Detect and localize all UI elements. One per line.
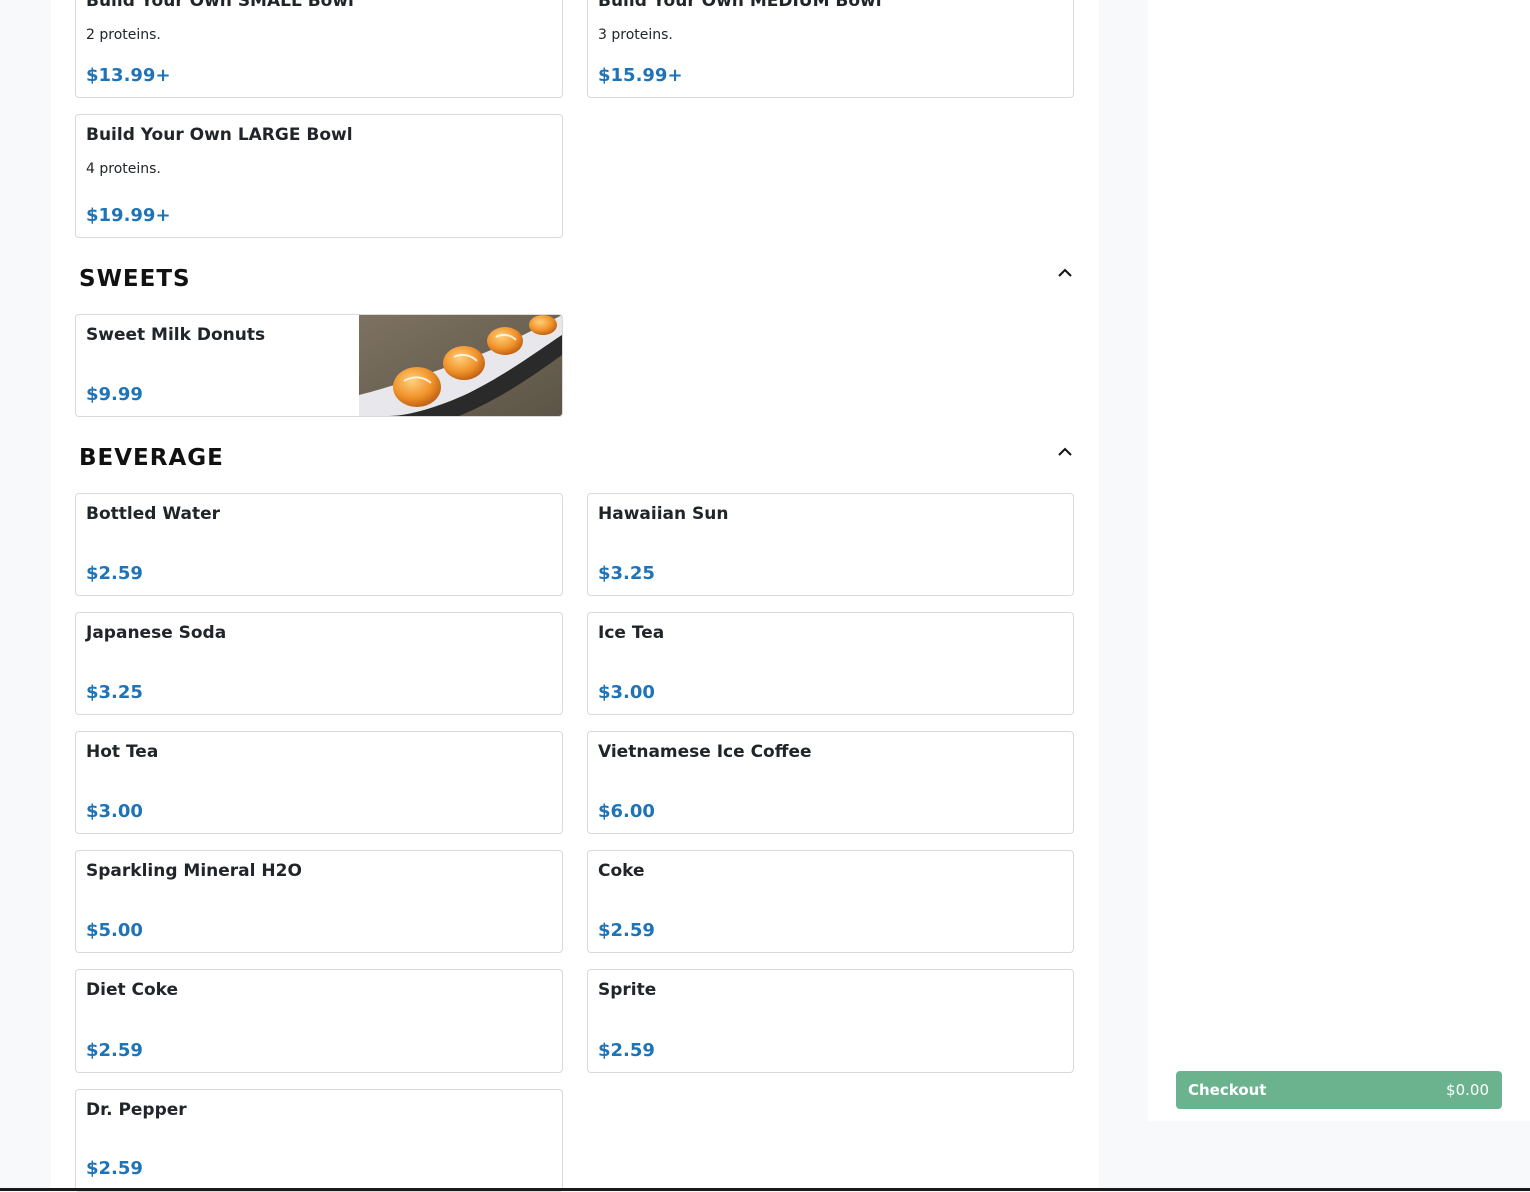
- item-price: $5.00: [86, 920, 143, 941]
- item-description: 3 proteins.: [598, 27, 673, 43]
- item-price: $3.25: [86, 682, 143, 703]
- item-price: $2.59: [598, 920, 655, 941]
- checkout-button[interactable]: Checkout $0.00: [1176, 1071, 1502, 1109]
- item-price: $3.00: [598, 682, 655, 703]
- item-image: [359, 315, 562, 416]
- item-price: $19.99+: [86, 205, 171, 226]
- checkout-label: Checkout: [1188, 1081, 1267, 1099]
- section-title-beverage: BEVERAGE: [79, 445, 224, 471]
- menu-item-card[interactable]: Coke $2.59: [587, 850, 1074, 953]
- item-name: Coke: [598, 861, 645, 881]
- menu-item-card[interactable]: Build Your Own SMALL Bowl 2 proteins. $1…: [75, 0, 563, 98]
- menu-item-card[interactable]: Sprite $2.59: [587, 969, 1074, 1073]
- menu-item-card[interactable]: Build Your Own LARGE Bowl 4 proteins. $1…: [75, 114, 563, 238]
- section-title-sweets: SWEETS: [79, 266, 191, 292]
- item-description: 2 proteins.: [86, 27, 161, 43]
- menu-item-card[interactable]: Hot Tea $3.00: [75, 731, 563, 834]
- menu-item-card[interactable]: Sparkling Mineral H2O $5.00: [75, 850, 563, 953]
- menu-item-card[interactable]: Vietnamese Ice Coffee $6.00: [587, 731, 1074, 834]
- item-price: $13.99+: [86, 65, 171, 86]
- item-name: Hawaiian Sun: [598, 504, 729, 524]
- menu-item-card[interactable]: Build Your Own MEDIUM Bowl 3 proteins. $…: [587, 0, 1074, 98]
- menu-item-card[interactable]: Ice Tea $3.00: [587, 612, 1074, 715]
- item-name: Dr. Pepper: [86, 1100, 187, 1120]
- menu-item-card[interactable]: Sweet Milk Donuts $9.99: [75, 314, 563, 417]
- item-name: Build Your Own SMALL Bowl: [86, 0, 354, 11]
- item-name: Build Your Own LARGE Bowl: [86, 125, 353, 145]
- item-description: 4 proteins.: [86, 161, 161, 177]
- item-price: $6.00: [598, 801, 655, 822]
- item-name: Vietnamese Ice Coffee: [598, 742, 812, 762]
- item-price: $3.25: [598, 563, 655, 584]
- chevron-up-icon[interactable]: [1057, 266, 1073, 278]
- item-name: Sparkling Mineral H2O: [86, 861, 302, 881]
- item-name: Build Your Own MEDIUM Bowl: [598, 0, 882, 11]
- checkout-total: $0.00: [1446, 1081, 1489, 1099]
- item-price: $2.59: [86, 563, 143, 584]
- item-name: Hot Tea: [86, 742, 159, 762]
- item-price: $2.59: [86, 1040, 143, 1061]
- item-name: Japanese Soda: [86, 623, 227, 643]
- item-name: Bottled Water: [86, 504, 220, 524]
- menu-item-card[interactable]: Bottled Water $2.59: [75, 493, 563, 596]
- item-name: Sweet Milk Donuts: [86, 325, 266, 345]
- chevron-up-icon[interactable]: [1057, 445, 1073, 457]
- menu-item-card[interactable]: Japanese Soda $3.25: [75, 612, 563, 715]
- cart-sidebar: [1148, 0, 1530, 1121]
- menu-item-card[interactable]: Hawaiian Sun $3.25: [587, 493, 1074, 596]
- item-price: $15.99+: [598, 65, 683, 86]
- item-name: Sprite: [598, 980, 657, 1000]
- menu-item-card[interactable]: Diet Coke $2.59: [75, 969, 563, 1073]
- item-price: $2.59: [598, 1040, 655, 1061]
- item-name: Ice Tea: [598, 623, 665, 643]
- menu-item-card[interactable]: Dr. Pepper $2.59: [75, 1089, 563, 1192]
- item-price: $2.59: [86, 1158, 143, 1179]
- item-price: $3.00: [86, 801, 143, 822]
- item-price: $9.99: [86, 384, 143, 405]
- item-name: Diet Coke: [86, 980, 179, 1000]
